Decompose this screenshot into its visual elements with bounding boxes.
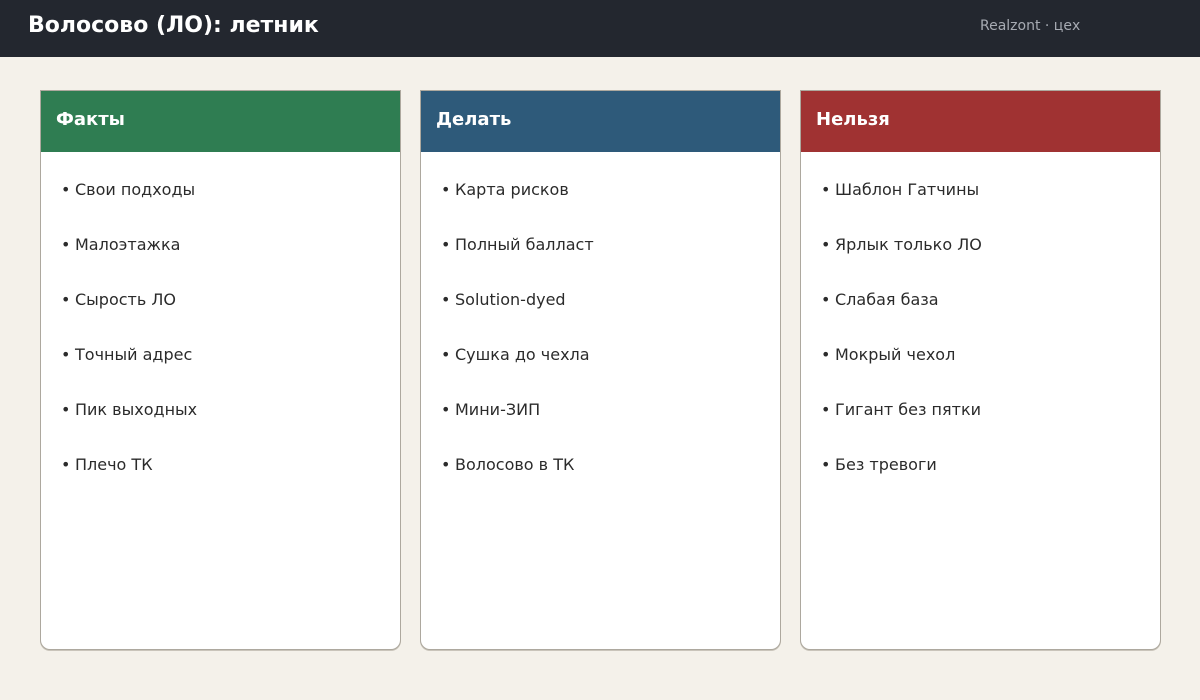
- bullet-icon: •: [61, 455, 71, 474]
- list-item: • Волосово в ТК: [421, 427, 780, 482]
- bullet-icon: •: [61, 180, 71, 199]
- list-item: • Сушка до чехла: [421, 317, 780, 372]
- list-item-text: Ярлык только ЛО: [835, 235, 982, 254]
- column-title-dont: Нельзя: [816, 109, 890, 130]
- list-item: • Полный балласт: [421, 207, 780, 262]
- list-item-text: Solution-dyed: [455, 290, 566, 309]
- list-item-text: Свои подходы: [75, 180, 196, 199]
- column-header-dont: Нельзя: [801, 91, 1160, 152]
- list-item-text: Малоэтажка: [75, 235, 181, 254]
- list-item: • Шаблон Гатчины: [801, 152, 1160, 207]
- bullet-icon: •: [441, 400, 451, 419]
- list-item-text: Сырость ЛО: [75, 290, 177, 309]
- bullet-icon: •: [441, 290, 451, 309]
- list-item: • Мини-ЗИП: [421, 372, 780, 427]
- bullet-icon: •: [441, 345, 451, 364]
- column-header-do: Делать: [421, 91, 780, 152]
- list-item-text: Волосово в ТК: [455, 455, 575, 474]
- list-item-text: Полный балласт: [455, 235, 594, 254]
- list-item: • Карта рисков: [421, 152, 780, 207]
- list-item-text: Плечо ТК: [75, 455, 153, 474]
- list-item: • Мокрый чехол: [801, 317, 1160, 372]
- list-item: • Solution-dyed: [421, 262, 780, 317]
- list-item-text: Пик выходных: [75, 400, 198, 419]
- bullet-icon: •: [821, 290, 831, 309]
- column-facts: Факты • Свои подходы • Малоэтажка • Сырость…: [40, 90, 401, 650]
- list-item: • Точный адрес: [41, 317, 400, 372]
- list-item-text: Шаблон Гатчины: [835, 180, 980, 199]
- list-item-text: Мини-ЗИП: [455, 400, 541, 419]
- column-header-facts: Факты: [41, 91, 400, 152]
- bullet-icon: •: [821, 455, 831, 474]
- brand-label: Realzont · цех: [980, 18, 1081, 34]
- facts-list: • Свои подходы • Малоэтажка • Сырость ЛО • Т…: [41, 152, 400, 482]
- bullet-icon: •: [61, 345, 71, 364]
- list-item-text: Гигант без пятки: [835, 400, 982, 419]
- list-item-text: Мокрый чехол: [835, 345, 956, 364]
- list-item-text: Точный адрес: [75, 345, 193, 364]
- bullet-icon: •: [441, 180, 451, 199]
- bullet-icon: •: [61, 235, 71, 254]
- list-item: • Сырость ЛО: [41, 262, 400, 317]
- list-item-text: Сушка до чехла: [455, 345, 590, 364]
- column-dont: Нельзя • Шаблон Гатчины • Ярлык только ЛО …: [800, 90, 1161, 650]
- do-list: • Карта рисков • Полный балласт • Solution-…: [421, 152, 780, 482]
- top-bar: Волосово (ЛО): летник Realzont · цех: [0, 0, 1200, 57]
- bullet-icon: •: [441, 235, 451, 254]
- list-item-text: Слабая база: [835, 290, 939, 309]
- list-item: • Ярлык только ЛО: [801, 207, 1160, 262]
- column-title-facts: Факты: [56, 109, 125, 130]
- list-item: • Слабая база: [801, 262, 1160, 317]
- list-item: • Без тревоги: [801, 427, 1160, 482]
- bullet-icon: •: [441, 455, 451, 474]
- page-title: Волосово (ЛО): летник: [28, 13, 319, 38]
- list-item-text: Без тревоги: [835, 455, 937, 474]
- bullet-icon: •: [61, 290, 71, 309]
- bullet-icon: •: [61, 400, 71, 419]
- bullet-icon: •: [821, 180, 831, 199]
- list-item: • Свои подходы: [41, 152, 400, 207]
- bullet-icon: •: [821, 235, 831, 254]
- bullet-icon: •: [821, 400, 831, 419]
- bullet-icon: •: [821, 345, 831, 364]
- dont-list: • Шаблон Гатчины • Ярлык только ЛО • Слабая…: [801, 152, 1160, 482]
- list-item: • Малоэтажка: [41, 207, 400, 262]
- column-do: Делать • Карта рисков • Полный балласт • So…: [420, 90, 781, 650]
- list-item: • Пик выходных: [41, 372, 400, 427]
- list-item-text: Карта рисков: [455, 180, 569, 199]
- column-title-do: Делать: [436, 109, 512, 130]
- list-item: • Гигант без пятки: [801, 372, 1160, 427]
- list-item: • Плечо ТК: [41, 427, 400, 482]
